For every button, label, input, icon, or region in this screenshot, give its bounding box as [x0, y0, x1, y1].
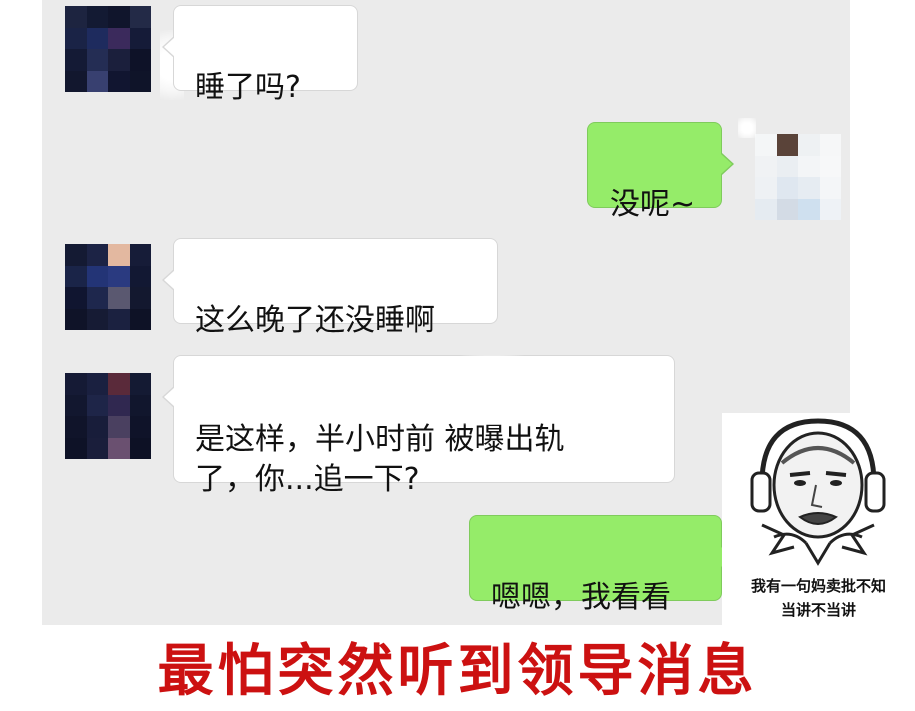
user-avatar[interactable] — [755, 134, 841, 220]
message-text: 嗯嗯，我看看 — [491, 580, 671, 615]
blur-patch — [738, 118, 756, 138]
headphone-meme-face-icon — [750, 418, 886, 566]
message-bubble[interactable]: 是这样，半小时前 被曝出轨 了，你...追一下? — [162, 355, 675, 497]
contact-avatar[interactable] — [65, 373, 151, 459]
message-bubble[interactable]: 嗯嗯，我看看 — [469, 515, 734, 615]
message-text: 睡了吗? — [195, 70, 301, 105]
message-text: 这么晚了还没睡啊 — [195, 303, 435, 338]
message-bubble[interactable]: 没呢~ — [587, 122, 734, 222]
contact-avatar[interactable] — [65, 244, 151, 330]
headline-caption: 最怕突然听到领导消息 — [157, 638, 758, 704]
message-text: 没呢~ — [610, 187, 696, 222]
meme-sticker: 我有一句妈卖批不知 当讲不当讲 — [722, 413, 915, 625]
message-text: 是这样，半小时前 被曝出轨 了，你...追一下? — [195, 422, 565, 497]
meme-caption-line2: 当讲不当讲 — [780, 601, 856, 619]
blur-patch — [460, 355, 524, 425]
contact-avatar[interactable] — [65, 6, 151, 92]
meme-caption-line1: 我有一句妈卖批不知 — [750, 577, 886, 595]
message-bubble[interactable]: 这么晚了还没睡啊 — [162, 238, 498, 338]
message-bubble[interactable]: 睡了吗? — [162, 5, 358, 105]
